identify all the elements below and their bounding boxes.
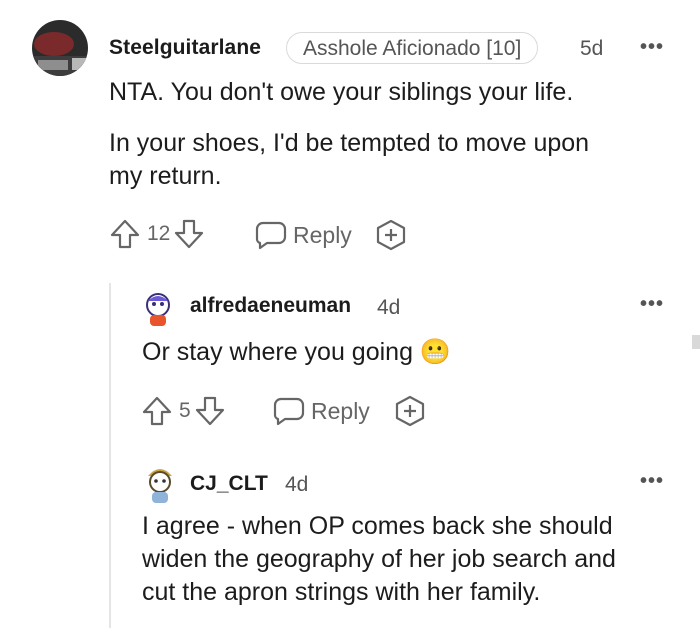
user-avatar-icon — [32, 20, 88, 76]
comment-timestamp: 4d — [285, 473, 309, 496]
comment-author[interactable]: alfredaeneuman — [190, 294, 351, 318]
more-options-button[interactable]: ••• — [640, 293, 664, 316]
reply-label: Reply — [293, 221, 352, 248]
upvote-icon[interactable] — [109, 218, 141, 250]
vote-count: 5 — [179, 399, 191, 422]
snoo-avatar-icon — [148, 469, 172, 503]
award-button[interactable] — [375, 219, 407, 251]
downvote-icon[interactable] — [173, 218, 205, 250]
more-options-button[interactable]: ••• — [640, 470, 664, 493]
chat-bubble-icon — [255, 219, 287, 251]
comment-body-line: NTA. You don't owe your siblings your li… — [109, 78, 574, 106]
comment-timestamp: 4d — [377, 296, 401, 319]
reply-button[interactable]: Reply — [273, 395, 370, 427]
award-icon — [375, 219, 407, 251]
user-flair: Asshole Aficionado [10] — [286, 32, 539, 64]
vote-count: 12 — [147, 222, 171, 245]
vote-controls: 12 — [109, 218, 205, 250]
award-icon — [394, 395, 426, 427]
avatar[interactable] — [143, 291, 173, 327]
avatar[interactable] — [32, 20, 88, 76]
snoo-avatar-icon — [146, 293, 170, 326]
comment-body: Or stay where you going 😬 — [142, 338, 452, 366]
downvote-icon[interactable] — [194, 395, 226, 427]
comment-author[interactable]: CJ_CLT — [190, 472, 268, 496]
comment-body-line: In your shoes, I'd be tempted to move up… — [109, 129, 590, 157]
vote-controls: 5 — [141, 395, 226, 427]
comment-body-line: widen the geography of her job search an… — [142, 545, 616, 573]
upvote-icon[interactable] — [141, 395, 173, 427]
more-options-button[interactable]: ••• — [640, 36, 664, 59]
comment-body-line: I agree - when OP comes back she should — [142, 512, 613, 540]
comment-author[interactable]: Steelguitarlane — [109, 36, 261, 60]
scrollbar[interactable] — [692, 335, 700, 349]
chat-bubble-icon — [273, 395, 305, 427]
comment-timestamp: 5d — [580, 37, 604, 60]
reply-button[interactable]: Reply — [255, 219, 352, 251]
comment-body-line: my return. — [109, 162, 222, 190]
thread-line[interactable] — [109, 283, 111, 628]
reply-label: Reply — [311, 397, 370, 424]
avatar[interactable] — [144, 464, 176, 504]
award-button[interactable] — [394, 395, 426, 427]
comment-body-line: cut the apron strings with her family. — [142, 578, 541, 606]
